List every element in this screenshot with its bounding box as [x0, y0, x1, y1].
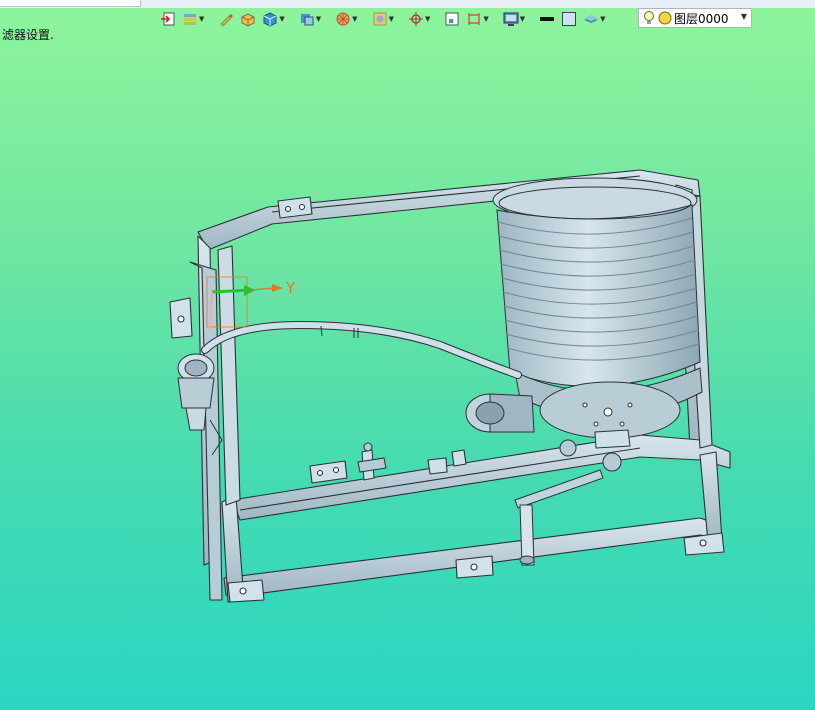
hose: [201, 320, 522, 379]
axis-label-y: Y: [285, 279, 296, 297]
cad-viewport[interactable]: Y: [0, 0, 815, 710]
valve-fittings: [357, 442, 387, 481]
